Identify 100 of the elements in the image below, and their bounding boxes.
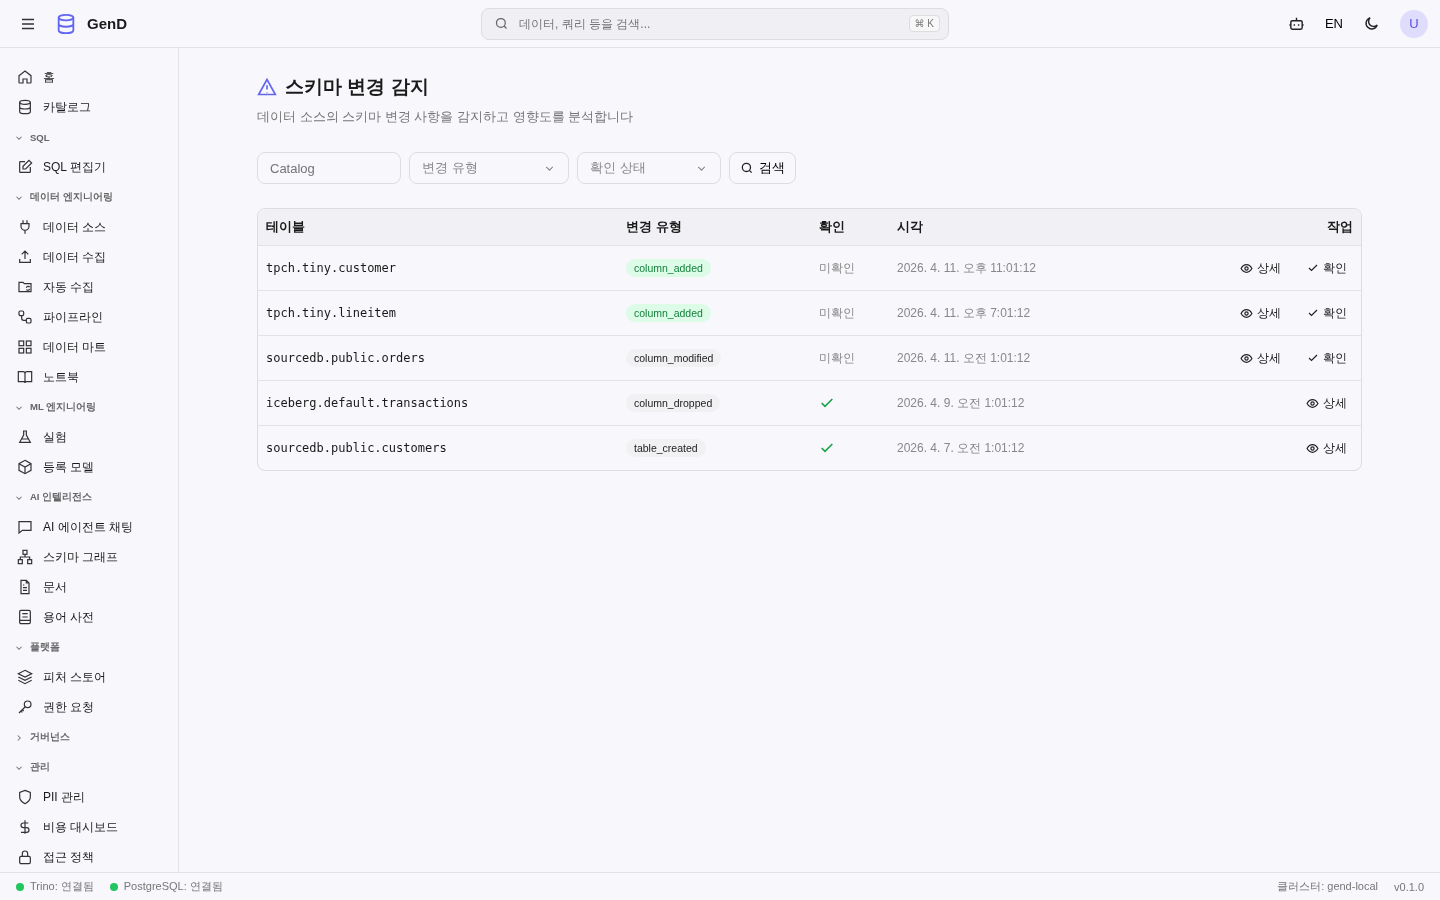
plug-icon [17,219,33,235]
layers-icon [17,669,33,685]
column-header: 작업 [1326,218,1353,236]
page-title: 스키마 변경 감지 [285,75,429,99]
chat-icon [17,519,33,535]
sidebar-item[interactable]: 홈 [0,62,178,92]
search-button[interactable]: 검색 [729,152,796,184]
app-name: GenD [87,15,127,32]
sidebar-item[interactable]: 접근 정책 [0,842,178,872]
connection-status: PostgreSQL: 연결됨 [123,879,223,894]
sidebar-item[interactable]: SQL 편집기 [0,152,178,182]
table-name: tpch.tiny.customer [266,261,398,275]
change-type-tag: column_dropped [626,394,721,412]
change-type-tag: table_created [626,439,706,457]
database-icon [17,99,33,115]
table-name: tpch.tiny.lineitem [266,306,398,320]
change-type-tag: column_modified [626,349,722,367]
detail-button[interactable]: 상세 [1234,301,1287,325]
status-text: 미확인 [819,259,855,277]
detail-button[interactable]: 상세 [1234,256,1287,280]
search-icon [494,16,509,31]
eye-icon [1240,306,1253,320]
moon-icon[interactable] [1363,15,1380,32]
edit-icon [17,159,33,175]
confirm-button[interactable]: 확인 [1301,256,1353,280]
eye-icon [1306,441,1319,455]
section-header[interactable]: 관리 [0,753,178,782]
warning-icon [257,77,277,97]
cube-icon [17,459,33,475]
confirm-button[interactable]: 확인 [1301,301,1353,325]
section-header[interactable]: ML 엔지니어링 [0,393,178,422]
section-header[interactable]: AI 인텔리전스 [0,483,178,512]
sidebar-item[interactable]: 데이터 수집 [0,242,178,272]
sidebar-item[interactable]: 용어 사전 [0,602,178,632]
check-icon [1307,262,1319,274]
column-header: 시각 [897,218,924,236]
shortcut-hint: ⌘ K [908,15,940,32]
detail-button[interactable]: 상세 [1234,346,1287,370]
eye-icon [1306,396,1319,410]
sidebar-item[interactable]: 문서 [0,572,178,602]
detail-button[interactable]: 상세 [1300,391,1353,415]
detail-button[interactable]: 상세 [1300,436,1353,460]
sidebar-item[interactable]: 자동 수집 [0,272,178,302]
timestamp: 2026. 4. 11. 오전 1:01:12 [897,349,1032,367]
dollar-icon [17,819,33,835]
change-type-tag: column_added [626,304,711,322]
status-text: 미확인 [819,349,855,367]
sidebar-item[interactable]: 권한 요청 [0,692,178,722]
table-name: iceberg.default.transactions [266,396,470,410]
sidebar-item[interactable]: 카탈로그 [0,92,178,122]
lock-icon [17,849,33,865]
search-field[interactable]: 데이터, 쿼리 등을 검색... [517,15,901,32]
home-icon [17,69,33,85]
user-avatar[interactable]: U [1400,9,1428,38]
sidebar-item[interactable]: 파이프라인 [0,302,178,332]
document-icon [17,579,33,595]
section-header[interactable]: 데이터 엔지니어링 [0,183,178,212]
robot-icon[interactable] [1287,15,1305,32]
key-icon [17,699,33,715]
eye-icon [1240,261,1253,275]
pipeline-icon [17,309,33,325]
catalog-field[interactable]: Catalog [257,152,401,184]
timestamp: 2026. 4. 7. 오전 1:01:12 [897,439,1026,457]
language-button[interactable]: EN [1324,16,1343,31]
table-name: sourcedb.public.customers [266,441,448,455]
table-name: sourcedb.public.orders [266,351,426,365]
sidebar-item[interactable]: 피처 스토어 [0,662,178,692]
sidebar-item[interactable]: 등록 모델 [0,452,178,482]
sidebar-item[interactable]: 데이터 소스 [0,212,178,242]
flask-icon [17,429,33,445]
folder-icon [17,279,33,295]
database-icon [55,12,77,35]
cluster-name: 클러스터: gend-local [1277,879,1379,894]
sidebar-item[interactable]: 스키마 그래프 [0,542,178,572]
sidebar-item[interactable]: PII 관리 [0,782,178,812]
grid-icon [17,339,33,355]
sidebar-item[interactable]: 비용 대시보드 [0,812,178,842]
section-header[interactable]: 플랫폼 [0,633,178,662]
column-header: 변경 유형 [626,218,683,236]
shield-icon [17,789,33,805]
column-header: 확인 [819,218,846,236]
search-icon [740,161,754,175]
book-icon [17,369,33,385]
sidebar-item[interactable]: 데이터 마트 [0,332,178,362]
confirm-button[interactable]: 확인 [1301,346,1353,370]
search-field[interactable]: 데이터, 쿼리 등을 검색... ⌘ K [481,7,949,40]
timestamp: 2026. 4. 11. 오후 7:01:12 [897,304,1032,322]
status-dropdown[interactable]: 확인 상태 [577,152,721,184]
check-icon [1307,307,1319,319]
network-icon [17,549,33,565]
timestamp: 2026. 4. 11. 오후 11:01:12 [897,259,1037,277]
check-icon [1307,352,1319,364]
sidebar-item[interactable]: AI 에이전트 채팅 [0,512,178,542]
sidebar-item[interactable]: 노트북 [0,362,178,392]
sidebar-item[interactable]: 실험 [0,422,178,452]
timestamp: 2026. 4. 9. 오전 1:01:12 [897,394,1026,412]
column-header: 테이블 [266,218,306,236]
list-icon [17,609,33,625]
section-header[interactable]: 거버넌스 [0,723,178,752]
section-header[interactable]: SQL [0,123,178,152]
